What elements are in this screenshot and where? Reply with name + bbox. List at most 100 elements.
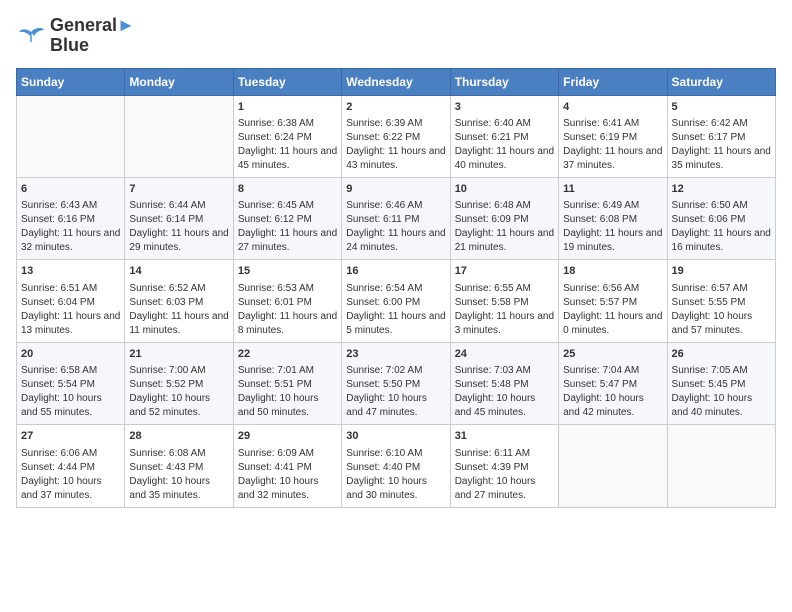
sunrise-text: Sunrise: 6:49 AM: [563, 200, 639, 211]
calendar-day-header: Sunday: [17, 68, 125, 95]
day-number: 13: [21, 264, 120, 279]
sunrise-text: Sunrise: 6:44 AM: [129, 200, 205, 211]
sunrise-text: Sunrise: 6:53 AM: [238, 283, 314, 294]
daylight-text: Daylight: 11 hours and 13 minutes.: [21, 311, 120, 336]
day-number: 24: [455, 347, 554, 362]
day-number: 19: [672, 264, 771, 279]
calendar-cell: 17Sunrise: 6:55 AMSunset: 5:58 PMDayligh…: [450, 260, 558, 342]
sunrise-text: Sunrise: 6:08 AM: [129, 448, 205, 459]
day-number: 4: [563, 100, 662, 115]
sunset-text: Sunset: 5:52 PM: [129, 379, 203, 390]
sunset-text: Sunset: 6:03 PM: [129, 297, 203, 308]
day-number: 5: [672, 100, 771, 115]
sunset-text: Sunset: 6:12 PM: [238, 214, 312, 225]
calendar-cell: 9Sunrise: 6:46 AMSunset: 6:11 PMDaylight…: [342, 177, 450, 259]
daylight-text: Daylight: 11 hours and 43 minutes.: [346, 146, 445, 171]
sunset-text: Sunset: 4:43 PM: [129, 462, 203, 473]
sunrise-text: Sunrise: 7:04 AM: [563, 365, 639, 376]
daylight-text: Daylight: 11 hours and 37 minutes.: [563, 146, 662, 171]
daylight-text: Daylight: 10 hours and 40 minutes.: [672, 393, 753, 418]
calendar-cell: [559, 425, 667, 507]
calendar-day-header: Monday: [125, 68, 233, 95]
sunset-text: Sunset: 6:17 PM: [672, 132, 746, 143]
logo-icon: [16, 24, 46, 48]
sunset-text: Sunset: 5:50 PM: [346, 379, 420, 390]
sunrise-text: Sunrise: 6:43 AM: [21, 200, 97, 211]
sunset-text: Sunset: 5:48 PM: [455, 379, 529, 390]
calendar-week-row: 20Sunrise: 6:58 AMSunset: 5:54 PMDayligh…: [17, 342, 776, 424]
sunrise-text: Sunrise: 6:06 AM: [21, 448, 97, 459]
daylight-text: Daylight: 10 hours and 47 minutes.: [346, 393, 427, 418]
calendar-cell: 6Sunrise: 6:43 AMSunset: 6:16 PMDaylight…: [17, 177, 125, 259]
sunrise-text: Sunrise: 6:40 AM: [455, 118, 531, 129]
calendar-cell: 30Sunrise: 6:10 AMSunset: 4:40 PMDayligh…: [342, 425, 450, 507]
sunset-text: Sunset: 6:06 PM: [672, 214, 746, 225]
daylight-text: Daylight: 10 hours and 45 minutes.: [455, 393, 536, 418]
calendar-cell: 15Sunrise: 6:53 AMSunset: 6:01 PMDayligh…: [233, 260, 341, 342]
day-number: 29: [238, 429, 337, 444]
calendar-header-row: SundayMondayTuesdayWednesdayThursdayFrid…: [17, 68, 776, 95]
sunset-text: Sunset: 6:24 PM: [238, 132, 312, 143]
sunrise-text: Sunrise: 6:39 AM: [346, 118, 422, 129]
sunrise-text: Sunrise: 6:57 AM: [672, 283, 748, 294]
daylight-text: Daylight: 11 hours and 0 minutes.: [563, 311, 662, 336]
calendar-week-row: 6Sunrise: 6:43 AMSunset: 6:16 PMDaylight…: [17, 177, 776, 259]
logo-text: General► Blue: [50, 16, 135, 56]
daylight-text: Daylight: 11 hours and 35 minutes.: [672, 146, 771, 171]
calendar-cell: 14Sunrise: 6:52 AMSunset: 6:03 PMDayligh…: [125, 260, 233, 342]
sunrise-text: Sunrise: 6:09 AM: [238, 448, 314, 459]
sunrise-text: Sunrise: 7:00 AM: [129, 365, 205, 376]
sunset-text: Sunset: 4:44 PM: [21, 462, 95, 473]
daylight-text: Daylight: 10 hours and 42 minutes.: [563, 393, 644, 418]
day-number: 16: [346, 264, 445, 279]
day-number: 21: [129, 347, 228, 362]
day-number: 3: [455, 100, 554, 115]
calendar-cell: 25Sunrise: 7:04 AMSunset: 5:47 PMDayligh…: [559, 342, 667, 424]
calendar-cell: 22Sunrise: 7:01 AMSunset: 5:51 PMDayligh…: [233, 342, 341, 424]
calendar-cell: [17, 95, 125, 177]
sunrise-text: Sunrise: 6:54 AM: [346, 283, 422, 294]
calendar-cell: 7Sunrise: 6:44 AMSunset: 6:14 PMDaylight…: [125, 177, 233, 259]
daylight-text: Daylight: 10 hours and 35 minutes.: [129, 476, 210, 501]
calendar-cell: [667, 425, 775, 507]
sunrise-text: Sunrise: 6:51 AM: [21, 283, 97, 294]
sunset-text: Sunset: 6:14 PM: [129, 214, 203, 225]
sunrise-text: Sunrise: 6:38 AM: [238, 118, 314, 129]
calendar-cell: 1Sunrise: 6:38 AMSunset: 6:24 PMDaylight…: [233, 95, 341, 177]
daylight-text: Daylight: 10 hours and 50 minutes.: [238, 393, 319, 418]
calendar-cell: 28Sunrise: 6:08 AMSunset: 4:43 PMDayligh…: [125, 425, 233, 507]
sunset-text: Sunset: 5:47 PM: [563, 379, 637, 390]
calendar-cell: 11Sunrise: 6:49 AMSunset: 6:08 PMDayligh…: [559, 177, 667, 259]
day-number: 31: [455, 429, 554, 444]
sunset-text: Sunset: 6:22 PM: [346, 132, 420, 143]
calendar-cell: 26Sunrise: 7:05 AMSunset: 5:45 PMDayligh…: [667, 342, 775, 424]
daylight-text: Daylight: 10 hours and 37 minutes.: [21, 476, 102, 501]
sunset-text: Sunset: 6:01 PM: [238, 297, 312, 308]
sunset-text: Sunset: 5:51 PM: [238, 379, 312, 390]
day-number: 14: [129, 264, 228, 279]
daylight-text: Daylight: 10 hours and 30 minutes.: [346, 476, 427, 501]
daylight-text: Daylight: 11 hours and 16 minutes.: [672, 228, 771, 253]
sunrise-text: Sunrise: 6:52 AM: [129, 283, 205, 294]
calendar-cell: 13Sunrise: 6:51 AMSunset: 6:04 PMDayligh…: [17, 260, 125, 342]
sunrise-text: Sunrise: 6:41 AM: [563, 118, 639, 129]
sunrise-text: Sunrise: 6:42 AM: [672, 118, 748, 129]
page-header: General► Blue: [16, 16, 776, 56]
calendar-day-header: Tuesday: [233, 68, 341, 95]
sunset-text: Sunset: 5:55 PM: [672, 297, 746, 308]
sunset-text: Sunset: 6:09 PM: [455, 214, 529, 225]
sunrise-text: Sunrise: 7:01 AM: [238, 365, 314, 376]
daylight-text: Daylight: 11 hours and 24 minutes.: [346, 228, 445, 253]
day-number: 1: [238, 100, 337, 115]
calendar-cell: 18Sunrise: 6:56 AMSunset: 5:57 PMDayligh…: [559, 260, 667, 342]
calendar-cell: 24Sunrise: 7:03 AMSunset: 5:48 PMDayligh…: [450, 342, 558, 424]
calendar-cell: 21Sunrise: 7:00 AMSunset: 5:52 PMDayligh…: [125, 342, 233, 424]
sunset-text: Sunset: 6:21 PM: [455, 132, 529, 143]
sunset-text: Sunset: 4:41 PM: [238, 462, 312, 473]
calendar-cell: 8Sunrise: 6:45 AMSunset: 6:12 PMDaylight…: [233, 177, 341, 259]
calendar-cell: 4Sunrise: 6:41 AMSunset: 6:19 PMDaylight…: [559, 95, 667, 177]
daylight-text: Daylight: 10 hours and 27 minutes.: [455, 476, 536, 501]
sunrise-text: Sunrise: 6:11 AM: [455, 448, 530, 459]
sunset-text: Sunset: 5:57 PM: [563, 297, 637, 308]
calendar-cell: 31Sunrise: 6:11 AMSunset: 4:39 PMDayligh…: [450, 425, 558, 507]
